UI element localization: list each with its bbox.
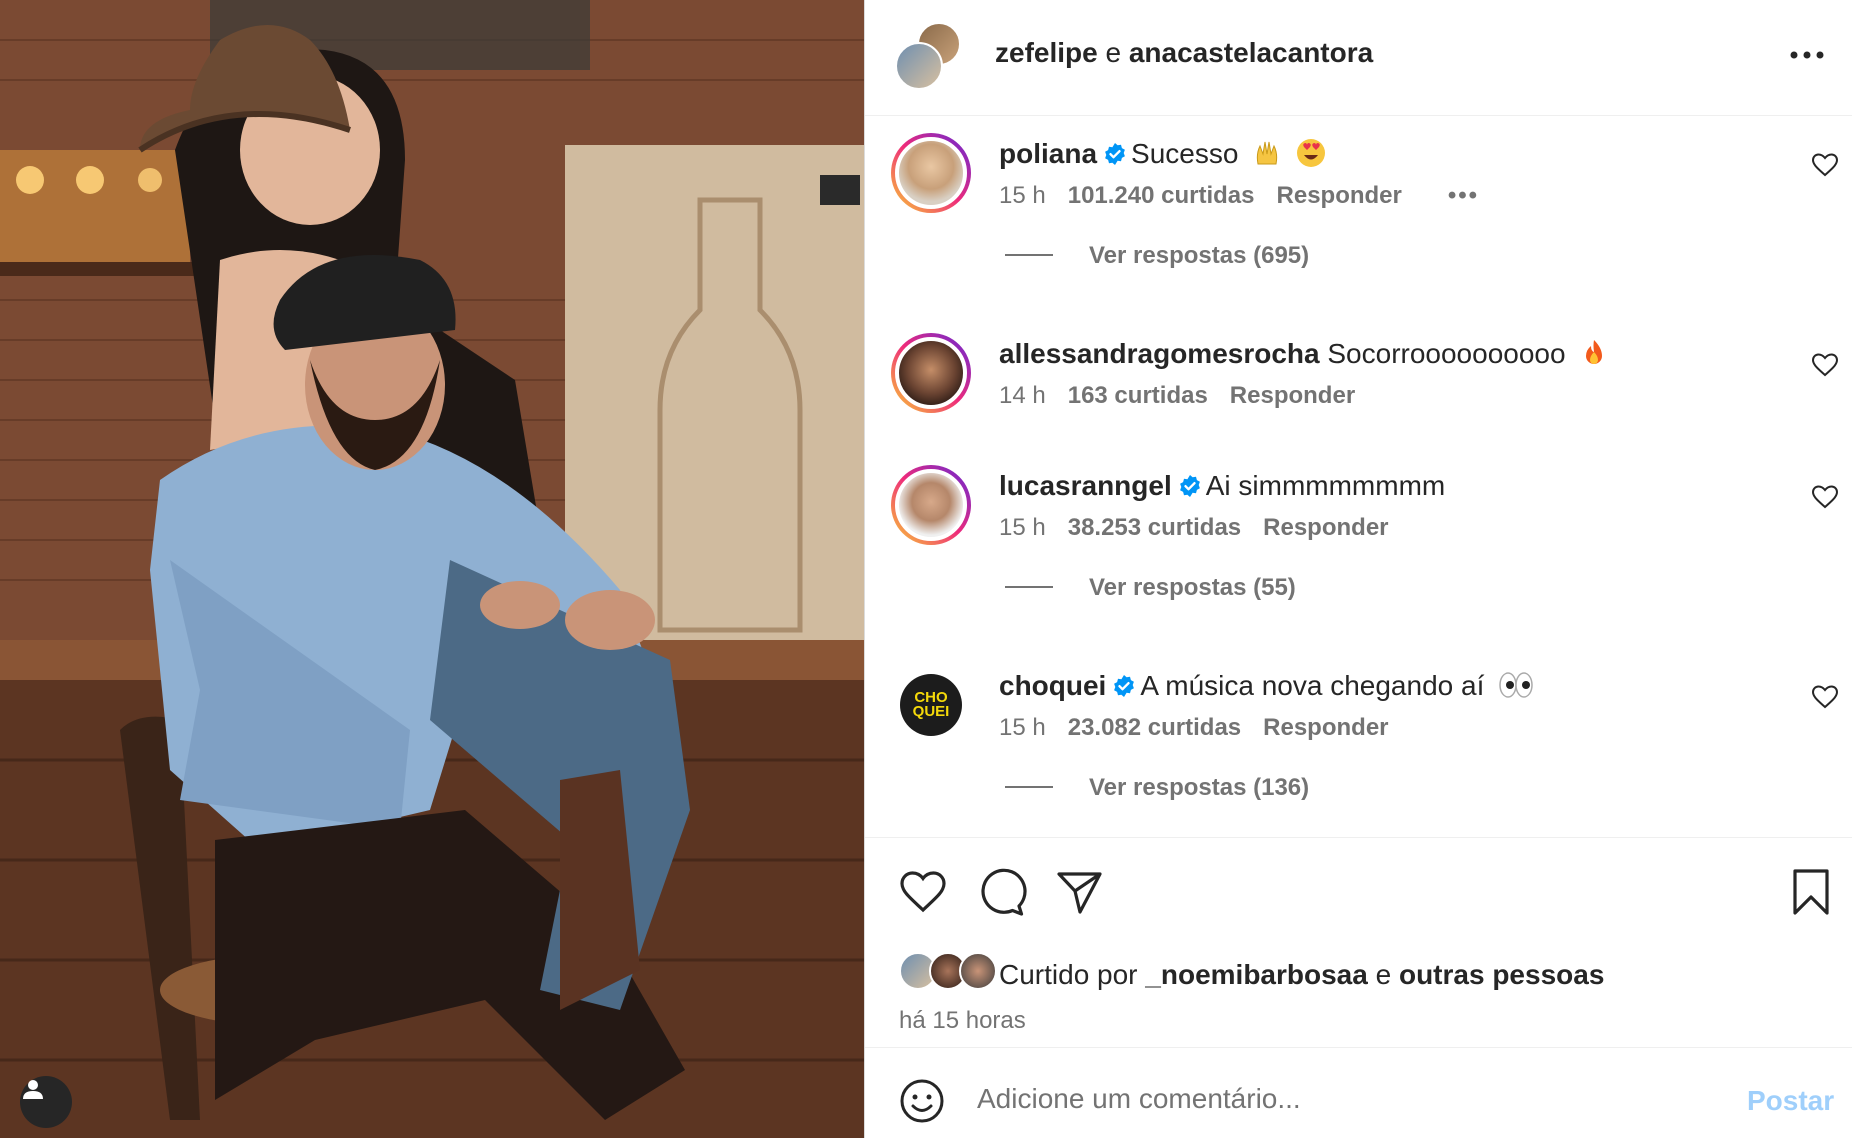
post-authors: zefelipe e anacastelacantora xyxy=(995,36,1373,70)
comments-list[interactable]: poliana Sucesso 15 h 101.240 curtidas Respo… xyxy=(865,117,1852,837)
avatar[interactable]: CHO QUEI xyxy=(891,665,971,745)
liked-by-connector: e xyxy=(1367,959,1399,990)
comment-time[interactable]: 15 h xyxy=(999,514,1046,541)
avatar[interactable] xyxy=(891,133,971,213)
verified-badge-icon xyxy=(1114,675,1135,697)
eyes-emoji-icon xyxy=(1499,672,1533,698)
comment-likes[interactable]: 23.082 curtidas xyxy=(1068,714,1241,741)
comment-composer: Postar xyxy=(865,1047,1852,1138)
replies-divider xyxy=(1005,254,1053,256)
collab-avatars[interactable] xyxy=(895,22,967,90)
post-header: zefelipe e anacastelacantora xyxy=(865,0,1852,116)
verified-badge-icon xyxy=(1105,143,1125,165)
comment-meta: 14 h 163 curtidas Responder xyxy=(999,381,1377,411)
reply-button[interactable]: Responder xyxy=(1230,382,1355,409)
view-replies-button[interactable]: Ver respostas (136) xyxy=(1005,773,1309,803)
save-bookmark-icon[interactable] xyxy=(1785,866,1837,918)
avatar[interactable] xyxy=(959,952,997,990)
comment-options-button[interactable]: ••• xyxy=(1448,182,1479,209)
like-comment-heart-icon[interactable] xyxy=(1811,483,1839,511)
comment-time[interactable]: 14 h xyxy=(999,382,1046,409)
like-heart-icon[interactable] xyxy=(897,866,949,918)
comment-bubble-icon[interactable] xyxy=(975,866,1027,918)
avatar[interactable] xyxy=(895,42,943,90)
avatar[interactable] xyxy=(891,333,971,413)
comment-meta: 15 h 101.240 curtidas Responder ••• xyxy=(999,181,1501,211)
comment-username[interactable]: lucasranngel xyxy=(999,470,1172,501)
more-options-button[interactable] xyxy=(1787,40,1827,70)
post-comment-button[interactable]: Postar xyxy=(1747,1084,1834,1118)
comment-text: A música nova chegando aí xyxy=(1140,670,1485,701)
comment-time[interactable]: 15 h xyxy=(999,714,1046,741)
comment-text: Ai simmmmmmmm xyxy=(1205,470,1446,501)
author-connector: e xyxy=(1097,37,1129,68)
raising-hands-emoji-icon xyxy=(1257,141,1278,165)
view-replies-label: Ver respostas (55) xyxy=(1089,574,1296,601)
share-paper-plane-icon[interactable] xyxy=(1053,866,1105,918)
heart-eyes-emoji-icon xyxy=(1296,139,1325,167)
like-comment-heart-icon[interactable] xyxy=(1811,683,1839,711)
comment-likes[interactable]: 101.240 curtidas xyxy=(1068,182,1255,209)
comment-time[interactable]: 15 h xyxy=(999,182,1046,209)
comment-text: Sucesso xyxy=(1131,138,1239,169)
comment-username[interactable]: allessandragomesrocha xyxy=(999,338,1320,369)
comment-body: poliana Sucesso xyxy=(999,137,1326,171)
tagged-users-button[interactable] xyxy=(20,1076,72,1128)
reply-button[interactable]: Responder xyxy=(1277,182,1402,209)
author-username[interactable]: anacastelacantora xyxy=(1129,37,1373,68)
replies-divider xyxy=(1005,786,1053,788)
comment-username[interactable]: choquei xyxy=(999,670,1106,701)
comment-text: Socorroooooooooo xyxy=(1327,338,1566,369)
reply-button[interactable]: Responder xyxy=(1263,514,1388,541)
comment-meta: 15 h 23.082 curtidas Responder xyxy=(999,713,1411,743)
comment-body: allessandragomesrocha Socorroooooooooo xyxy=(999,337,1609,371)
like-comment-heart-icon[interactable] xyxy=(1811,151,1839,179)
emoji-smiley-icon[interactable] xyxy=(899,1078,945,1124)
view-replies-button[interactable]: Ver respostas (695) xyxy=(1005,241,1309,271)
comment-body: choquei A música nova chegando aí xyxy=(999,669,1534,703)
comment-likes[interactable]: 163 curtidas xyxy=(1068,382,1208,409)
comment-input[interactable] xyxy=(977,1072,1677,1126)
avatar[interactable] xyxy=(891,465,971,545)
reply-button[interactable]: Responder xyxy=(1263,714,1388,741)
author-username[interactable]: zefelipe xyxy=(995,37,1098,68)
like-comment-heart-icon[interactable] xyxy=(1811,351,1839,379)
post-photo[interactable] xyxy=(0,0,864,1138)
view-replies-label: Ver respostas (695) xyxy=(1089,242,1310,269)
more-horizontal-icon xyxy=(1790,51,1824,59)
view-replies-label: Ver respostas (136) xyxy=(1089,774,1310,801)
liked-by-others[interactable]: outras pessoas xyxy=(1399,959,1604,990)
comment-likes[interactable]: 38.253 curtidas xyxy=(1068,514,1241,541)
choquei-logo: CHO QUEI xyxy=(912,689,950,720)
liked-by-text: Curtido por _noemibarbosaa e outras pess… xyxy=(999,958,1604,992)
post-actions: Curtido por _noemibarbosaa e outras pess… xyxy=(865,837,1852,1047)
fire-emoji-icon xyxy=(1586,340,1603,364)
liked-by-prefix: Curtido por xyxy=(999,959,1146,990)
view-replies-button[interactable]: Ver respostas (55) xyxy=(1005,573,1296,603)
comment-username[interactable]: poliana xyxy=(999,138,1097,169)
user-icon xyxy=(23,1080,43,1099)
post-image xyxy=(0,0,864,1138)
liked-by-username[interactable]: _noemibarbosaa xyxy=(1145,959,1368,990)
comment-meta: 15 h 38.253 curtidas Responder xyxy=(999,513,1411,543)
post-timestamp[interactable]: há 15 horas xyxy=(899,1006,1026,1036)
verified-badge-icon xyxy=(1179,475,1200,497)
replies-divider xyxy=(1005,586,1053,588)
post-details-panel: zefelipe e anacastelacantora poliana Suce… xyxy=(864,0,1852,1138)
comment-body: lucasranngel Ai simmmmmmmm xyxy=(999,469,1445,503)
